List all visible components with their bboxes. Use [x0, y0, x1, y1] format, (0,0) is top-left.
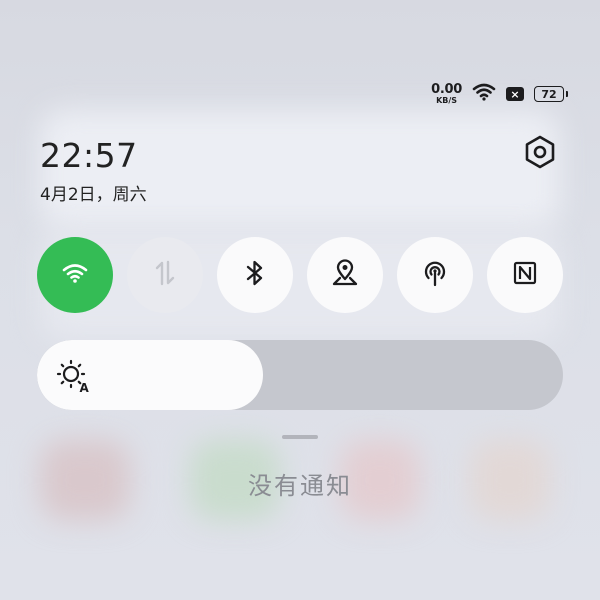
wifi-icon: [61, 262, 89, 288]
svg-text:A: A: [80, 381, 90, 395]
battery-icon: 72: [534, 86, 568, 102]
network-speed-value: 0.00: [431, 82, 462, 97]
location-toggle[interactable]: [307, 237, 383, 313]
quick-toggles: [37, 237, 563, 313]
brightness-slider[interactable]: A: [37, 340, 563, 410]
battery-level: 72: [541, 87, 557, 101]
mobile-data-toggle[interactable]: [127, 237, 203, 313]
wifi-signal-icon: [472, 83, 496, 105]
no-notifications-label: 没有通知: [248, 472, 352, 500]
date-label[interactable]: 4月2日，周六: [40, 180, 147, 205]
clock-time[interactable]: 22:57: [40, 136, 138, 175]
auto-brightness-icon: A: [55, 357, 93, 395]
no-sim-icon: ×: [506, 87, 524, 101]
hotspot-icon: [420, 258, 450, 292]
nfc-icon: [512, 260, 538, 290]
bluetooth-toggle[interactable]: [217, 237, 293, 313]
location-pin-icon: [331, 258, 359, 292]
hotspot-toggle[interactable]: [397, 237, 473, 313]
notification-drag-handle[interactable]: [282, 435, 318, 439]
nfc-toggle[interactable]: [487, 237, 563, 313]
status-bar: 0.00 KB/S × 72: [431, 82, 568, 106]
network-speed: 0.00 KB/S: [431, 83, 462, 105]
bluetooth-icon: [245, 259, 265, 291]
settings-button[interactable]: [522, 135, 558, 173]
network-speed-unit: KB/S: [436, 96, 458, 105]
wifi-toggle[interactable]: [37, 237, 113, 313]
data-arrows-icon: [153, 260, 177, 290]
gear-icon: [523, 135, 557, 173]
